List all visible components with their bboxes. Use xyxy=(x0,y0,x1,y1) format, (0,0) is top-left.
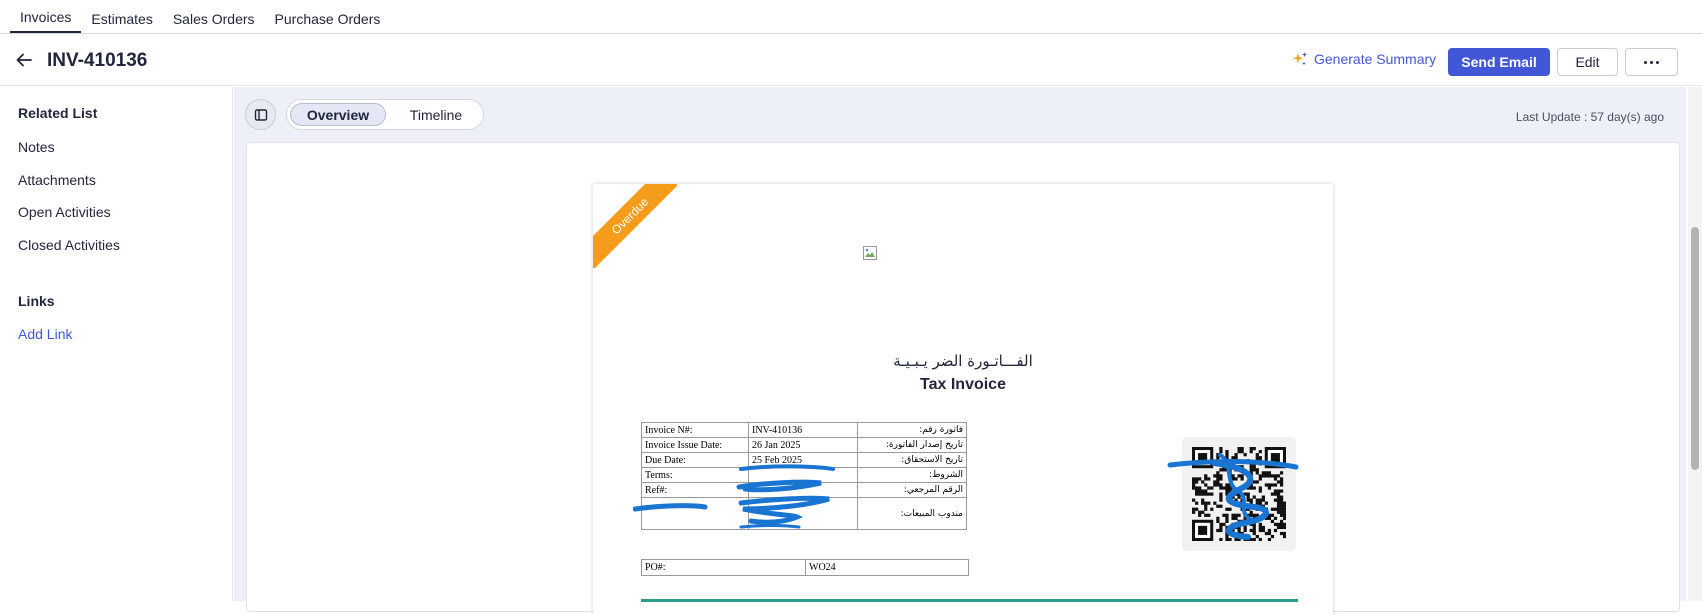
view-switcher: Overview Timeline xyxy=(286,99,484,130)
send-email-button[interactable]: Send Email xyxy=(1448,48,1550,76)
tab-purchase-orders[interactable]: Purchase Orders xyxy=(265,0,391,33)
sidebar-item-notes[interactable]: Notes xyxy=(18,139,55,155)
po-table: PO#: WO24 xyxy=(641,559,969,576)
related-list-heading: Related List xyxy=(18,105,98,121)
sidebar: Related List Notes Attachments Open Acti… xyxy=(0,87,233,601)
add-link[interactable]: Add Link xyxy=(18,326,72,342)
table-row: PO#: WO24 xyxy=(641,559,969,576)
more-dot xyxy=(1656,60,1659,64)
back-arrow-icon[interactable] xyxy=(14,50,34,70)
label-ar-due-date: تاريخ الاستحقاق: xyxy=(857,452,967,468)
more-dot xyxy=(1644,60,1647,64)
more-dot xyxy=(1650,60,1653,64)
invoice-preview: Overdue الفـــاتـورة الضر يـبـيـة Tax In… xyxy=(593,184,1333,614)
generate-summary-button[interactable]: Generate Summary xyxy=(1292,51,1436,67)
redaction-scribble xyxy=(1167,453,1299,540)
record-header: INV-410136 Generate Summary Send Email E… xyxy=(0,34,1702,86)
value-po: WO24 xyxy=(805,559,969,576)
tab-invoices[interactable]: Invoices xyxy=(10,0,82,33)
label-po: PO#: xyxy=(641,559,806,576)
sidebar-item-open-activities[interactable]: Open Activities xyxy=(18,204,111,220)
label-ar-terms: الشروط: xyxy=(857,467,967,483)
top-tabs: Invoices Estimates Sales Orders Purchase… xyxy=(0,0,1702,34)
sparkle-icon xyxy=(1293,52,1307,66)
links-heading: Links xyxy=(18,293,55,309)
page-title: INV-410136 xyxy=(47,50,148,71)
generate-summary-label: Generate Summary xyxy=(1314,51,1437,67)
table-row: Invoice N#: INV-410136 فاتورة رقم: xyxy=(641,422,967,438)
scrollbar-thumb[interactable] xyxy=(1691,227,1699,470)
label-ar-ref: الرقم المرجعي: xyxy=(857,482,967,498)
last-update-text: Last Update : 57 day(s) ago xyxy=(1515,110,1664,124)
broken-image-icon xyxy=(863,246,877,260)
sidebar-item-attachments[interactable]: Attachments xyxy=(18,172,96,188)
label-ar-salesperson: مندوب المبيعات: xyxy=(857,497,967,530)
invoice-title-arabic: الفـــاتـورة الضر يـبـيـة xyxy=(893,352,1033,370)
more-options-button[interactable] xyxy=(1625,48,1678,76)
tab-overview[interactable]: Overview xyxy=(290,103,386,126)
overdue-badge: Overdue xyxy=(593,184,677,268)
label-ar-invoice-number: فاتورة رقم: xyxy=(857,422,967,438)
redaction-scribble xyxy=(633,464,835,529)
tab-sales-orders[interactable]: Sales Orders xyxy=(163,0,265,33)
label-ar-issue-date: تاريخ إصدار الفاتورة: xyxy=(857,437,967,453)
edit-button[interactable]: Edit xyxy=(1557,48,1618,76)
tab-estimates[interactable]: Estimates xyxy=(81,0,162,33)
qr-code xyxy=(1167,437,1299,551)
sidebar-item-closed-activities[interactable]: Closed Activities xyxy=(18,237,120,253)
value-invoice-number: INV-410136 xyxy=(748,422,858,438)
panel-toggle-icon[interactable] xyxy=(245,99,276,130)
label-invoice-number: Invoice N#: xyxy=(641,422,749,438)
scrollbar[interactable] xyxy=(1688,87,1702,601)
tab-timeline[interactable]: Timeline xyxy=(391,103,481,126)
invoice-title: Tax Invoice xyxy=(920,376,1006,393)
status-ribbon: Overdue xyxy=(593,184,677,268)
